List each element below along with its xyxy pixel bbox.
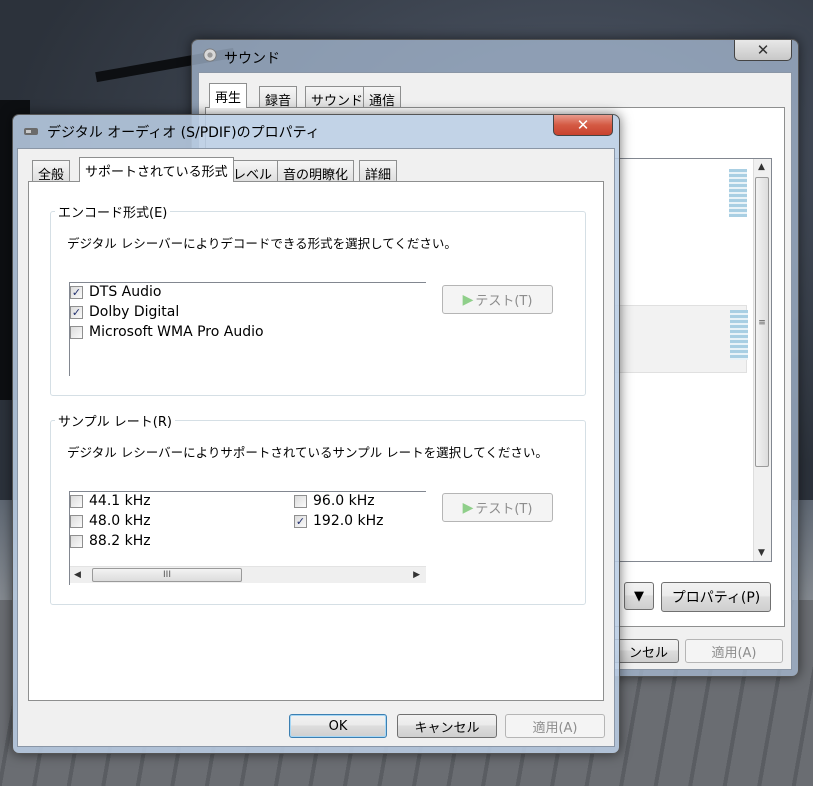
checkbox-96k[interactable] <box>294 494 307 508</box>
sound-window-titlebar[interactable]: サウンド ✕ <box>192 40 798 70</box>
encode-test-button[interactable]: ▶ テスト(T) <box>442 285 553 314</box>
sound-apply-button[interactable]: 適用(A) <box>685 639 783 663</box>
sample-rate-description: デジタル レシーバーによりサポートされているサンプル レートを選択してください。 <box>67 445 548 460</box>
checkbox-88k[interactable] <box>70 534 83 548</box>
dialog-title: デジタル オーディオ (S/PDIF)のプロパティ <box>47 125 320 141</box>
tab-levels[interactable]: レベル <box>227 160 279 183</box>
list-item-192k[interactable]: ✓ 192.0 kHz <box>294 513 384 529</box>
device-list-scrollbar[interactable]: ▲ ≡ ▼ <box>753 159 771 561</box>
checkbox-44k[interactable] <box>70 494 83 508</box>
encode-format-list[interactable]: ✓ DTS Audio ✓ Dolby Digital Microsoft WM… <box>69 282 426 376</box>
dialog-client: 全般 サポートされている形式 レベル 音の明瞭化 詳細 デジタル レシーバーによ… <box>17 148 615 747</box>
sample-rate-test-button[interactable]: ▶ テスト(T) <box>442 493 553 522</box>
properties-button[interactable]: プロパティ(P) <box>661 582 771 612</box>
level-meter-icon-2 <box>730 310 748 360</box>
tab-general[interactable]: 全般 <box>32 160 71 183</box>
play-icon: ▶ <box>462 291 474 308</box>
tab-communications[interactable]: 通信 <box>363 86 402 109</box>
encode-format-group: デジタル レシーバーによりデコードできる形式を選択してください。 ✓ DTS A… <box>50 211 586 396</box>
list-item-48k[interactable]: 48.0 kHz <box>70 513 151 529</box>
sound-close-button[interactable]: ✕ <box>734 40 792 61</box>
digital-audio-icon <box>24 128 38 135</box>
encode-format-description: デジタル レシーバーによりデコードできる形式を選択してください。 <box>67 236 457 251</box>
tab-playback[interactable]: 再生 <box>209 83 248 108</box>
checkbox-dts-audio[interactable]: ✓ <box>70 285 83 299</box>
scroll-right-icon[interactable]: ▶ <box>413 570 420 580</box>
scroll-thumb[interactable]: ≡ <box>755 177 769 467</box>
checkbox-dolby-digital[interactable]: ✓ <box>70 305 83 319</box>
supported-formats-panel: デジタル レシーバーによりデコードできる形式を選択してください。 ✓ DTS A… <box>28 181 604 701</box>
sample-rate-label: サンプル レート(R) <box>55 411 175 430</box>
scroll-up-icon[interactable]: ▲ <box>758 162 765 172</box>
list-item-dts-audio[interactable]: ✓ DTS Audio <box>70 284 161 300</box>
play-icon-2: ▶ <box>462 499 474 516</box>
apply-button[interactable]: 適用(A) <box>505 714 605 738</box>
tab-recording[interactable]: 録音 <box>259 86 298 109</box>
ok-button[interactable]: OK <box>289 714 387 738</box>
checkbox-48k[interactable] <box>70 514 83 528</box>
level-meter-icon <box>729 169 747 217</box>
speaker-icon <box>203 48 217 62</box>
checkbox-wma-pro[interactable] <box>70 325 83 339</box>
list-item-wma-pro[interactable]: Microsoft WMA Pro Audio <box>70 324 264 340</box>
cancel-button[interactable]: キャンセル <box>397 714 497 738</box>
dialog-close-button[interactable]: ✕ <box>553 115 613 136</box>
sample-rate-list[interactable]: 44.1 kHz 48.0 kHz 88.2 kHz 96.0 kHz ✓ 19… <box>69 491 426 585</box>
tab-sounds[interactable]: サウンド <box>305 86 370 109</box>
sample-rate-group: デジタル レシーバーによりサポートされているサンプル レートを選択してください。… <box>50 420 586 605</box>
checkbox-192k[interactable]: ✓ <box>294 514 307 528</box>
scroll-down-icon[interactable]: ▼ <box>758 548 765 558</box>
tab-enhancements[interactable]: 音の明瞭化 <box>277 160 355 183</box>
hscroll-thumb[interactable]: III <box>92 568 242 582</box>
sample-rate-hscrollbar[interactable]: ◀ III ▶ <box>70 566 426 583</box>
properties-dialog: デジタル オーディオ (S/PDIF)のプロパティ ✕ 全般 サポートされている… <box>12 114 620 754</box>
tab-advanced[interactable]: 詳細 <box>359 160 398 183</box>
scroll-left-icon[interactable]: ◀ <box>74 570 81 580</box>
sound-window-title: サウンド <box>224 51 280 67</box>
encode-format-label: エンコード形式(E) <box>55 202 171 221</box>
tab-supported-formats[interactable]: サポートされている形式 <box>79 157 234 182</box>
list-item-dolby-digital[interactable]: ✓ Dolby Digital <box>70 304 179 320</box>
list-item-88k[interactable]: 88.2 kHz <box>70 533 151 549</box>
dialog-titlebar[interactable]: デジタル オーディオ (S/PDIF)のプロパティ ✕ <box>13 115 619 145</box>
list-item-44k[interactable]: 44.1 kHz <box>70 493 151 509</box>
default-dropdown-arrow[interactable]: ▼ <box>624 582 654 610</box>
list-item-96k[interactable]: 96.0 kHz <box>294 493 375 509</box>
